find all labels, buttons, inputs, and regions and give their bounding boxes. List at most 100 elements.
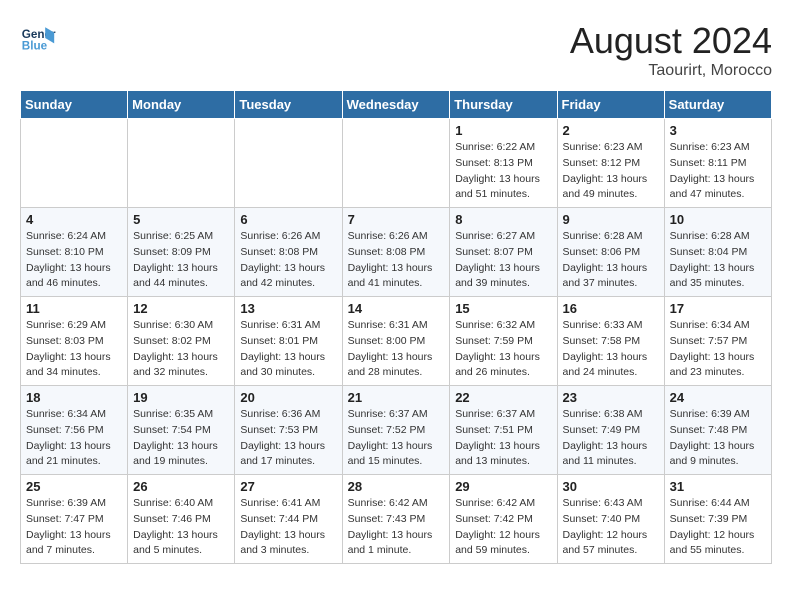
calendar-cell: 17 Sunrise: 6:34 AM Sunset: 7:57 PM Dayli… [664, 297, 771, 386]
day-info: Sunrise: 6:37 AM Sunset: 7:51 PM Dayligh… [455, 407, 551, 470]
calendar-cell: 2Sunrise: 6:23 AM Sunset: 8:12 PM Daylig… [557, 119, 664, 208]
day-number: 30 [563, 479, 659, 494]
calendar-cell: 23 Sunrise: 6:38 AM Sunset: 7:49 PM Dayli… [557, 386, 664, 475]
calendar-cell: 22Sunrise: 6:37 AM Sunset: 7:51 PM Dayli… [450, 386, 557, 475]
calendar-week-5: 25Sunrise: 6:39 AM Sunset: 7:47 PM Dayli… [21, 475, 772, 564]
day-number: 21 [348, 390, 445, 405]
day-info: Sunrise: 6:39 AM Sunset: 7:48 PM Dayligh… [670, 407, 766, 470]
day-info: Sunrise: 6:41 AM Sunset: 7:44 PM Dayligh… [240, 496, 336, 559]
day-number: 16 [563, 301, 659, 316]
calendar-cell: 6 Sunrise: 6:26 AM Sunset: 8:08 PM Daylig… [235, 208, 342, 297]
logo-icon: General Blue [20, 20, 56, 56]
calendar-cell: 1 Sunrise: 6:22 AM Sunset: 8:13 PM Daylig… [450, 119, 557, 208]
calendar-cell: 28 Sunrise: 6:42 AM Sunset: 7:43 PM Dayli… [342, 475, 450, 564]
day-number: 7 [348, 212, 445, 227]
calendar-cell: 3Sunrise: 6:23 AM Sunset: 8:11 PM Daylig… [664, 119, 771, 208]
day-number: 23 [563, 390, 659, 405]
day-number: 19 [133, 390, 229, 405]
day-info: Sunrise: 6:38 AM Sunset: 7:49 PM Dayligh… [563, 407, 659, 470]
calendar-cell: 4 Sunrise: 6:24 AM Sunset: 8:10 PM Daylig… [21, 208, 128, 297]
weekday-header-tuesday: Tuesday [235, 91, 342, 119]
day-number: 5 [133, 212, 229, 227]
day-info: Sunrise: 6:26 AM Sunset: 8:08 PM Dayligh… [240, 229, 336, 292]
calendar-cell: 7 Sunrise: 6:26 AM Sunset: 8:08 PM Daylig… [342, 208, 450, 297]
day-number: 25 [26, 479, 122, 494]
day-info: Sunrise: 6:23 AM Sunset: 8:12 PM Dayligh… [563, 140, 659, 203]
day-info: Sunrise: 6:32 AM Sunset: 7:59 PM Dayligh… [455, 318, 551, 381]
day-info: Sunrise: 6:31 AM Sunset: 8:01 PM Dayligh… [240, 318, 336, 381]
location: Taourirt, Morocco [570, 62, 772, 80]
calendar-cell: 10 Sunrise: 6:28 AM Sunset: 8:04 PM Dayli… [664, 208, 771, 297]
day-info: Sunrise: 6:24 AM Sunset: 8:10 PM Dayligh… [26, 229, 122, 292]
calendar-cell: 8Sunrise: 6:27 AM Sunset: 8:07 PM Daylig… [450, 208, 557, 297]
day-info: Sunrise: 6:30 AM Sunset: 8:02 PM Dayligh… [133, 318, 229, 381]
day-number: 12 [133, 301, 229, 316]
day-info: Sunrise: 6:40 AM Sunset: 7:46 PM Dayligh… [133, 496, 229, 559]
weekday-header-sunday: Sunday [21, 91, 128, 119]
calendar-cell: 30 Sunrise: 6:43 AM Sunset: 7:40 PM Dayli… [557, 475, 664, 564]
calendar-week-3: 11 Sunrise: 6:29 AM Sunset: 8:03 PM Dayli… [21, 297, 772, 386]
day-number: 14 [348, 301, 445, 316]
calendar-cell: 20 Sunrise: 6:36 AM Sunset: 7:53 PM Dayli… [235, 386, 342, 475]
day-info: Sunrise: 6:43 AM Sunset: 7:40 PM Dayligh… [563, 496, 659, 559]
day-number: 24 [670, 390, 766, 405]
day-info: Sunrise: 6:28 AM Sunset: 8:06 PM Dayligh… [563, 229, 659, 292]
day-number: 20 [240, 390, 336, 405]
day-number: 4 [26, 212, 122, 227]
day-info: Sunrise: 6:37 AM Sunset: 7:52 PM Dayligh… [348, 407, 445, 470]
day-info: Sunrise: 6:34 AM Sunset: 7:57 PM Dayligh… [670, 318, 766, 381]
day-number: 28 [348, 479, 445, 494]
calendar-cell: 27 Sunrise: 6:41 AM Sunset: 7:44 PM Dayli… [235, 475, 342, 564]
day-number: 9 [563, 212, 659, 227]
day-number: 11 [26, 301, 122, 316]
day-number: 6 [240, 212, 336, 227]
day-info: Sunrise: 6:36 AM Sunset: 7:53 PM Dayligh… [240, 407, 336, 470]
weekday-header-friday: Friday [557, 91, 664, 119]
calendar-cell: 14 Sunrise: 6:31 AM Sunset: 8:00 PM Dayli… [342, 297, 450, 386]
day-number: 17 [670, 301, 766, 316]
calendar-cell: 25Sunrise: 6:39 AM Sunset: 7:47 PM Dayli… [21, 475, 128, 564]
title-block: August 2024 Taourirt, Morocco [570, 20, 772, 80]
calendar-week-1: 1 Sunrise: 6:22 AM Sunset: 8:13 PM Daylig… [21, 119, 772, 208]
calendar-week-4: 18Sunrise: 6:34 AM Sunset: 7:56 PM Dayli… [21, 386, 772, 475]
calendar-cell: 16 Sunrise: 6:33 AM Sunset: 7:58 PM Dayli… [557, 297, 664, 386]
day-number: 31 [670, 479, 766, 494]
calendar-cell [342, 119, 450, 208]
svg-text:Blue: Blue [22, 40, 48, 53]
calendar-cell [235, 119, 342, 208]
day-info: Sunrise: 6:44 AM Sunset: 7:39 PM Dayligh… [670, 496, 766, 559]
day-info: Sunrise: 6:26 AM Sunset: 8:08 PM Dayligh… [348, 229, 445, 292]
weekday-header-row: SundayMondayTuesdayWednesdayThursdayFrid… [21, 91, 772, 119]
day-info: Sunrise: 6:29 AM Sunset: 8:03 PM Dayligh… [26, 318, 122, 381]
calendar-week-2: 4 Sunrise: 6:24 AM Sunset: 8:10 PM Daylig… [21, 208, 772, 297]
day-number: 8 [455, 212, 551, 227]
logo: General Blue [20, 20, 56, 56]
calendar-cell [21, 119, 128, 208]
calendar-cell: 24 Sunrise: 6:39 AM Sunset: 7:48 PM Dayli… [664, 386, 771, 475]
day-number: 26 [133, 479, 229, 494]
weekday-header-thursday: Thursday [450, 91, 557, 119]
day-info: Sunrise: 6:33 AM Sunset: 7:58 PM Dayligh… [563, 318, 659, 381]
calendar-cell: 18Sunrise: 6:34 AM Sunset: 7:56 PM Dayli… [21, 386, 128, 475]
day-info: Sunrise: 6:25 AM Sunset: 8:09 PM Dayligh… [133, 229, 229, 292]
day-info: Sunrise: 6:42 AM Sunset: 7:42 PM Dayligh… [455, 496, 551, 559]
calendar-cell: 31 Sunrise: 6:44 AM Sunset: 7:39 PM Dayli… [664, 475, 771, 564]
calendar-cell: 11 Sunrise: 6:29 AM Sunset: 8:03 PM Dayli… [21, 297, 128, 386]
calendar-cell: 15 Sunrise: 6:32 AM Sunset: 7:59 PM Dayli… [450, 297, 557, 386]
day-info: Sunrise: 6:31 AM Sunset: 8:00 PM Dayligh… [348, 318, 445, 381]
calendar-cell: 12 Sunrise: 6:30 AM Sunset: 8:02 PM Dayli… [128, 297, 235, 386]
day-number: 13 [240, 301, 336, 316]
day-number: 27 [240, 479, 336, 494]
day-number: 1 [455, 123, 551, 138]
day-number: 15 [455, 301, 551, 316]
calendar-cell: 29Sunrise: 6:42 AM Sunset: 7:42 PM Dayli… [450, 475, 557, 564]
day-number: 10 [670, 212, 766, 227]
day-number: 3 [670, 123, 766, 138]
day-info: Sunrise: 6:42 AM Sunset: 7:43 PM Dayligh… [348, 496, 445, 559]
day-info: Sunrise: 6:28 AM Sunset: 8:04 PM Dayligh… [670, 229, 766, 292]
calendar-cell: 9 Sunrise: 6:28 AM Sunset: 8:06 PM Daylig… [557, 208, 664, 297]
calendar-cell: 5 Sunrise: 6:25 AM Sunset: 8:09 PM Daylig… [128, 208, 235, 297]
day-info: Sunrise: 6:22 AM Sunset: 8:13 PM Dayligh… [455, 140, 551, 203]
calendar-cell: 26 Sunrise: 6:40 AM Sunset: 7:46 PM Dayli… [128, 475, 235, 564]
calendar-cell [128, 119, 235, 208]
